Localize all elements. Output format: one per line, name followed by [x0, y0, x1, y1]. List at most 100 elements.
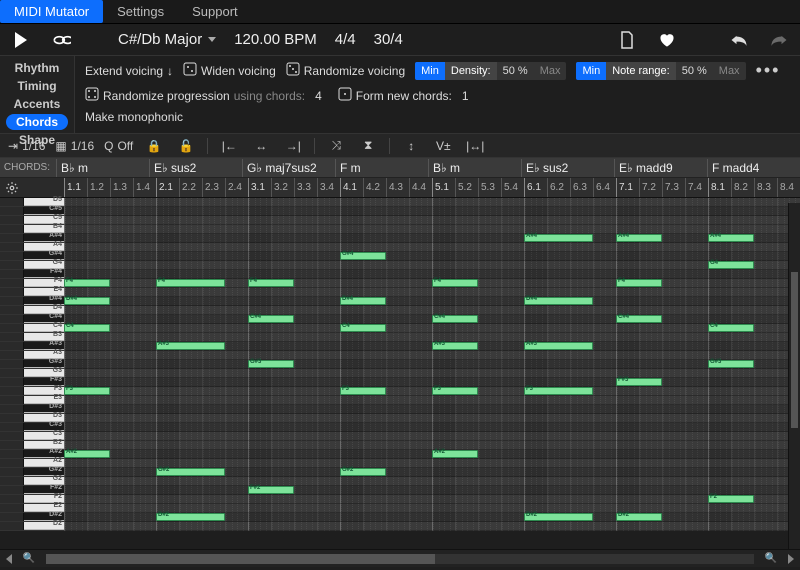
- loop-button[interactable]: [50, 29, 72, 51]
- form-new-chords-count[interactable]: 1: [456, 89, 475, 103]
- midi-note[interactable]: C4: [708, 324, 754, 332]
- midi-note[interactable]: F4: [432, 279, 478, 287]
- midi-note[interactable]: C#4: [248, 315, 294, 323]
- midi-note[interactable]: F3: [524, 387, 593, 395]
- tab-midi-mutator[interactable]: MIDI Mutator: [0, 0, 103, 23]
- form-new-chords-button[interactable]: Form new chords: 1: [338, 87, 475, 104]
- tab-settings[interactable]: Settings: [103, 0, 178, 23]
- randomize-progression-button[interactable]: Randomize progression using chords: 4: [85, 87, 328, 104]
- midi-note[interactable]: G#3: [248, 360, 294, 368]
- midi-note[interactable]: D#2: [616, 513, 662, 521]
- align-center-icon[interactable]: ↔: [250, 135, 272, 157]
- ruler-tick: 3.2: [271, 178, 294, 197]
- midi-note[interactable]: F3: [64, 387, 110, 395]
- transpose-icon[interactable]: ↕: [400, 135, 422, 157]
- midi-note[interactable]: A#2: [432, 450, 478, 458]
- midi-note[interactable]: F3: [340, 387, 386, 395]
- randomize-voicing-button[interactable]: Randomize voicing: [286, 62, 405, 79]
- chord-cell[interactable]: F m: [335, 159, 428, 177]
- tab-support[interactable]: Support: [178, 0, 252, 23]
- midi-note[interactable]: D#2: [156, 513, 225, 521]
- position-display[interactable]: 30/4: [374, 31, 403, 48]
- midi-note[interactable]: C#4: [432, 315, 478, 323]
- hourglass-icon[interactable]: ⧗: [357, 135, 379, 157]
- midi-note[interactable]: F4: [248, 279, 294, 287]
- timesig-display[interactable]: 4/4: [335, 31, 356, 48]
- redo-button[interactable]: [768, 29, 790, 51]
- more-options-button[interactable]: •••: [756, 60, 781, 81]
- extend-voicing-button[interactable]: Extend voicing ↓: [85, 64, 173, 78]
- midi-note[interactable]: G4: [708, 261, 754, 269]
- bpm-display[interactable]: 120.00 BPM: [234, 31, 317, 48]
- zoom-out-icon[interactable]: 🔍: [18, 548, 40, 570]
- zoom-in-icon[interactable]: 🔍: [760, 548, 782, 570]
- align-right-icon[interactable]: →|: [282, 135, 304, 157]
- unlock-icon[interactable]: 🔓: [175, 135, 197, 157]
- piano-keyboard[interactable]: D5C#5C5B4A#4A4G#4G4F#4F4E4D#4D4C#4C4B3A#…: [0, 198, 64, 531]
- midi-note[interactable]: F3: [432, 387, 478, 395]
- chord-cell[interactable]: G♭ maj7sus2: [242, 159, 335, 177]
- scroll-left-button[interactable]: [6, 554, 12, 564]
- sidebar-item-chords[interactable]: Chords: [6, 114, 68, 130]
- heart-icon[interactable]: [656, 29, 678, 51]
- midi-note[interactable]: F#2: [248, 486, 294, 494]
- midi-note[interactable]: C#4: [616, 315, 662, 323]
- midi-note[interactable]: A#4: [708, 234, 754, 242]
- randomize-progression-count[interactable]: 4: [309, 89, 328, 103]
- chord-cell[interactable]: F madd4: [707, 159, 800, 177]
- midi-note[interactable]: A#3: [156, 342, 225, 350]
- midi-note[interactable]: A#2: [64, 450, 110, 458]
- lock-icon[interactable]: 🔒: [143, 135, 165, 157]
- sidebar-item-rhythm[interactable]: Rhythm: [15, 60, 60, 76]
- midi-note[interactable]: F4: [156, 279, 225, 287]
- quantize-off[interactable]: Q Off: [104, 139, 133, 153]
- file-icon[interactable]: [616, 29, 638, 51]
- midi-note[interactable]: F#3: [616, 378, 662, 386]
- midi-note[interactable]: C4: [64, 324, 110, 332]
- play-button[interactable]: [10, 29, 32, 51]
- vertical-scrollbar[interactable]: [788, 203, 800, 549]
- snap-a[interactable]: ⇥ 1/16: [8, 139, 45, 153]
- midi-note[interactable]: G#3: [708, 360, 754, 368]
- density-slider[interactable]: Min Density: 50 % Max: [415, 62, 566, 80]
- chord-cell[interactable]: E♭ madd9: [614, 159, 707, 177]
- sidebar-item-timing[interactable]: Timing: [17, 78, 56, 94]
- horizontal-scrollbar[interactable]: [46, 554, 754, 564]
- midi-note[interactable]: D#4: [340, 297, 386, 305]
- q-value: Off: [117, 139, 133, 153]
- midi-note[interactable]: F4: [616, 279, 662, 287]
- shuffle-icon[interactable]: ⤨: [325, 135, 347, 157]
- chord-cell[interactable]: B♭ m: [428, 159, 521, 177]
- midi-note[interactable]: A#3: [524, 342, 593, 350]
- scroll-right-button[interactable]: [788, 554, 794, 564]
- midi-note[interactable]: F4: [64, 279, 110, 287]
- midi-note[interactable]: C4: [340, 324, 386, 332]
- velocity-icon[interactable]: V±: [432, 135, 454, 157]
- widen-voicing-button[interactable]: Widen voicing: [183, 62, 276, 79]
- piano-key[interactable]: D2: [24, 522, 64, 530]
- chord-cell[interactable]: B♭ m: [56, 159, 149, 177]
- time-ruler[interactable]: 1.11.21.31.42.12.22.32.43.13.23.33.44.14…: [64, 178, 800, 197]
- midi-note[interactable]: D#4: [524, 297, 593, 305]
- midi-note[interactable]: A#3: [432, 342, 478, 350]
- length-icon[interactable]: |↔|: [464, 135, 486, 157]
- midi-note[interactable]: A#4: [524, 234, 593, 242]
- align-left-icon[interactable]: |←: [218, 135, 240, 157]
- midi-note[interactable]: A#4: [616, 234, 662, 242]
- key-select[interactable]: C#/Db Major: [118, 31, 216, 48]
- chord-cell[interactable]: E♭ sus2: [149, 159, 242, 177]
- snap-b[interactable]: ▦ 1/16: [55, 139, 94, 153]
- midi-note[interactable]: F2: [708, 495, 754, 503]
- undo-button[interactable]: [728, 29, 750, 51]
- midi-note[interactable]: G#4: [340, 252, 386, 260]
- midi-note[interactable]: G#2: [340, 468, 386, 476]
- make-monophonic-button[interactable]: Make monophonic: [85, 110, 183, 124]
- note-range-slider[interactable]: Min Note range: 50 % Max: [576, 62, 745, 80]
- midi-note[interactable]: D#2: [524, 513, 593, 521]
- note-grid[interactable]: F4 D#4 C4 F3 A#2 F4 A#3 G#2 D#2 F4 C#4 G#3 F#2 G#4 D#4…: [64, 198, 800, 531]
- chord-cell[interactable]: E♭ sus2: [521, 159, 614, 177]
- midi-note[interactable]: G#2: [156, 468, 225, 476]
- midi-note[interactable]: D#4: [64, 297, 110, 305]
- sidebar-item-accents[interactable]: Accents: [14, 96, 61, 112]
- gear-button[interactable]: [0, 178, 24, 197]
